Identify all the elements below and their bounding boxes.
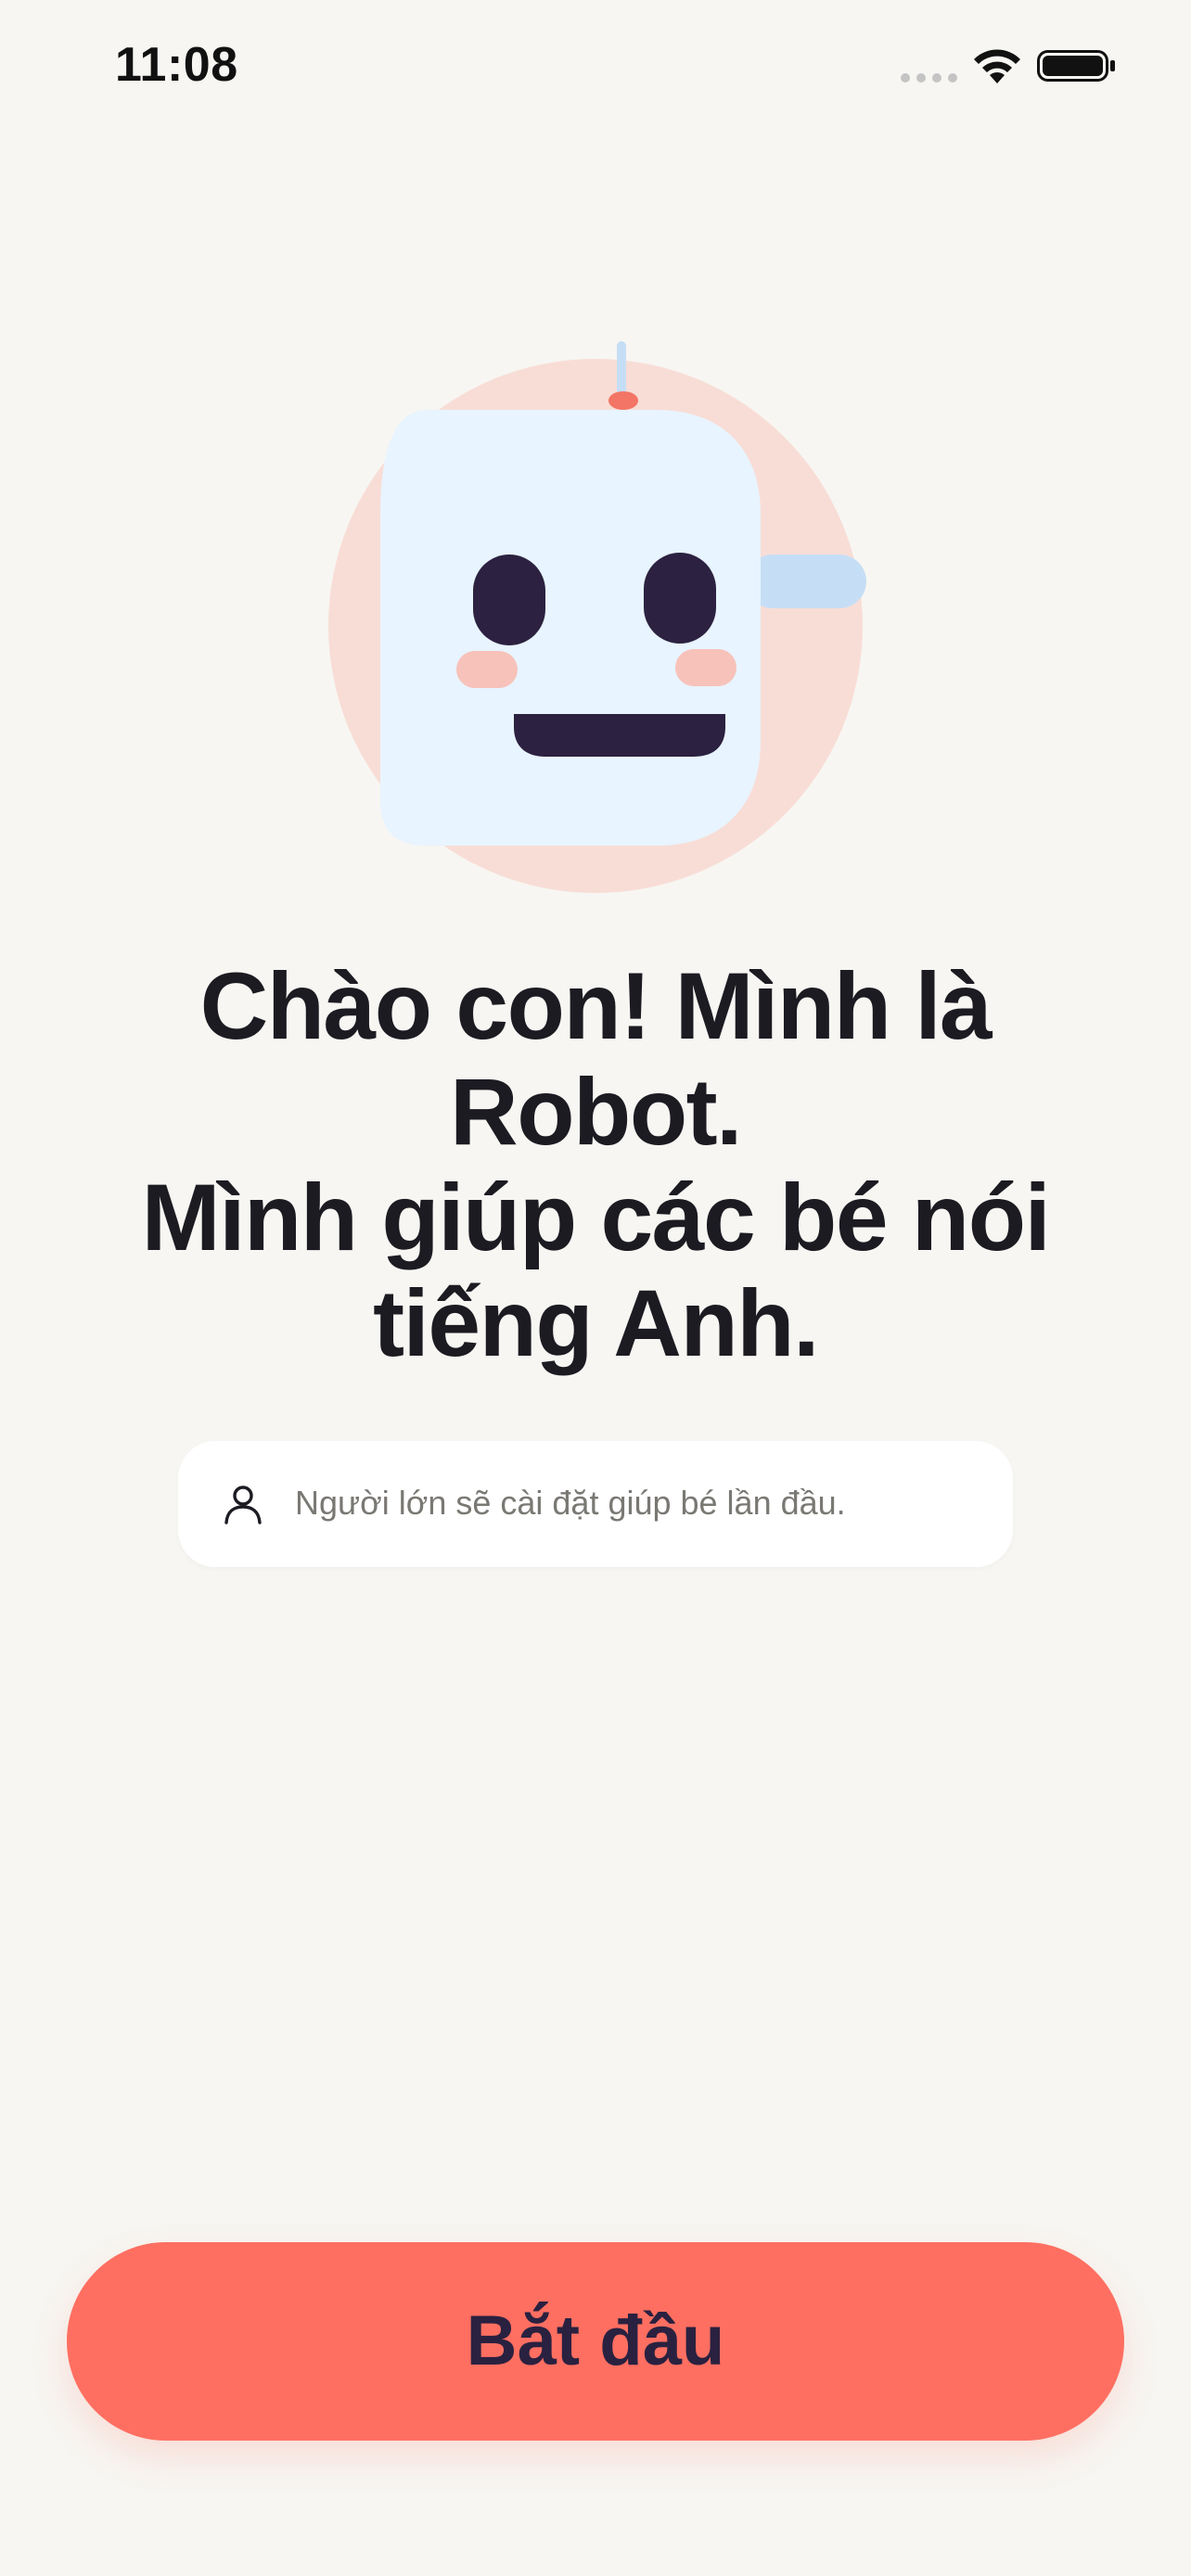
battery-icon <box>1037 50 1115 82</box>
wifi-icon <box>974 49 1020 83</box>
welcome-title-line: tiếng Anh. <box>373 1270 819 1376</box>
start-button[interactable]: Bắt đầu <box>67 2242 1124 2441</box>
status-time: 11:08 <box>115 38 238 92</box>
parent-note-text: Người lớn sẽ cài đặt giúp bé lần đầu. <box>295 1484 846 1522</box>
start-button-label: Bắt đầu <box>466 2302 725 2380</box>
person-icon <box>224 1486 262 1524</box>
parent-setup-note: Người lớn sẽ cài đặt giúp bé lần đầu. <box>178 1441 1013 1567</box>
welcome-title-line: Mình giúp các bé nói <box>141 1165 1051 1270</box>
welcome-title: Chào con! Mình là Robot. Mình giúp các b… <box>93 953 1098 1376</box>
cellular-signal-icon <box>901 73 957 83</box>
onboarding-screen: 11:08 Chào con! Mình là Robot. Mình giúp… <box>0 0 1191 2576</box>
robot-mascot <box>315 334 872 909</box>
welcome-title-line: Robot. <box>450 1059 742 1165</box>
status-bar: 11:08 <box>0 0 1191 130</box>
welcome-title-line: Chào con! Mình là <box>199 953 992 1059</box>
robot-face-icon <box>328 341 866 893</box>
